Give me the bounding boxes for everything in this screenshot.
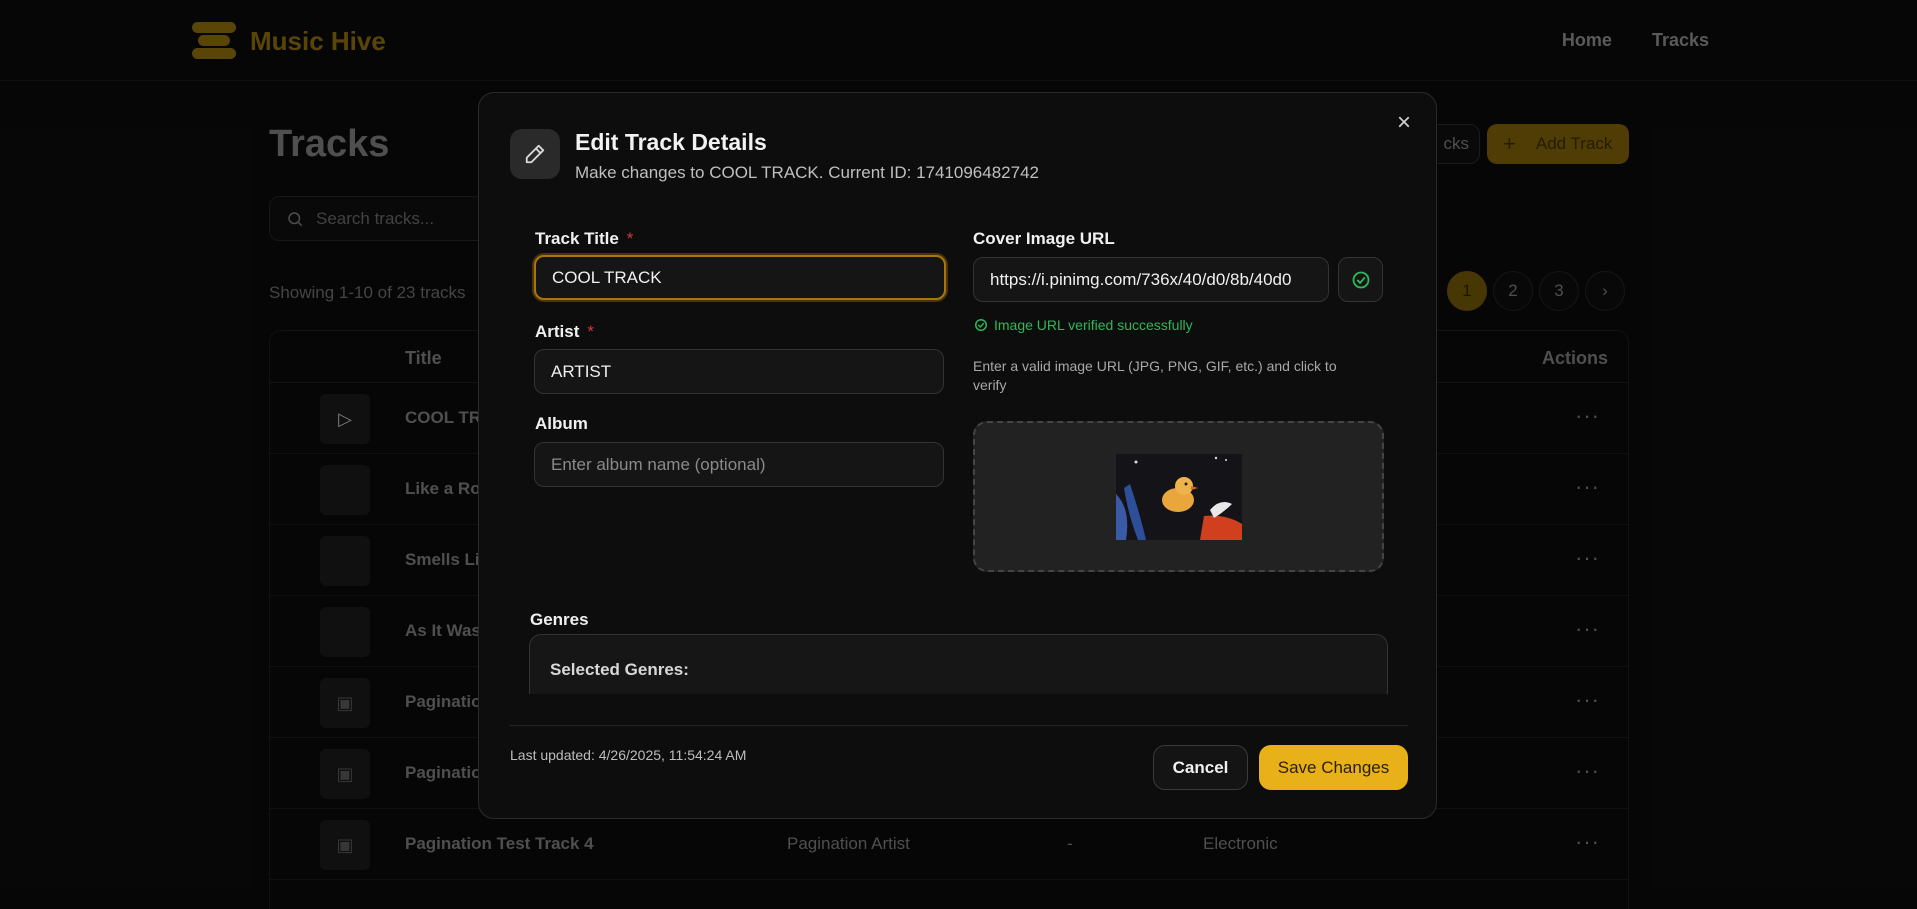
- artist-label: Artist *: [535, 322, 594, 342]
- dialog-divider: [509, 725, 1408, 726]
- check-circle-icon: [1352, 271, 1369, 288]
- cover-url-label: Cover Image URL: [973, 229, 1115, 248]
- verified-text: Image URL verified successfully: [994, 317, 1193, 333]
- dialog-subtitle: Make changes to COOL TRACK. Current ID: …: [575, 163, 1039, 182]
- album-label: Album: [535, 414, 588, 433]
- close-icon[interactable]: ×: [1392, 111, 1416, 135]
- cover-preview-image: [1115, 453, 1242, 540]
- save-changes-button[interactable]: Save Changes: [1259, 745, 1408, 790]
- track-title-label: Track Title *: [535, 229, 633, 249]
- track-title-input[interactable]: COOL TRACK: [534, 255, 946, 300]
- verify-url-button[interactable]: [1338, 257, 1383, 302]
- cancel-button[interactable]: Cancel: [1153, 745, 1248, 790]
- check-circle-icon: [975, 319, 987, 331]
- verified-message: Image URL verified successfully: [974, 317, 1193, 333]
- dialog-title: Edit Track Details: [575, 129, 767, 155]
- artist-label-text: Artist: [535, 322, 580, 341]
- cover-url-hint: Enter a valid image URL (JPG, PNG, GIF, …: [973, 358, 1337, 393]
- pencil-icon: [510, 129, 560, 179]
- genres-selector[interactable]: Selected Genres:: [529, 634, 1388, 694]
- cover-preview: [973, 421, 1384, 572]
- genres-label: Genres: [530, 610, 589, 629]
- required-mark: *: [587, 322, 595, 341]
- cover-url-input[interactable]: https://i.pinimg.com/736x/40/d0/8b/40d0: [973, 257, 1329, 302]
- album-input[interactable]: Enter album name (optional): [534, 442, 944, 487]
- artist-input[interactable]: ARTIST: [534, 349, 944, 394]
- page: Music Hive Home Tracks Tracks cks + Add …: [0, 0, 1917, 909]
- edit-track-dialog: Edit Track Details Make changes to COOL …: [478, 92, 1437, 819]
- required-mark: *: [626, 229, 634, 248]
- track-title-label-text: Track Title: [535, 229, 619, 248]
- last-updated: Last updated: 4/26/2025, 11:54:24 AM: [510, 747, 747, 763]
- selected-genres-label: Selected Genres:: [550, 660, 689, 679]
